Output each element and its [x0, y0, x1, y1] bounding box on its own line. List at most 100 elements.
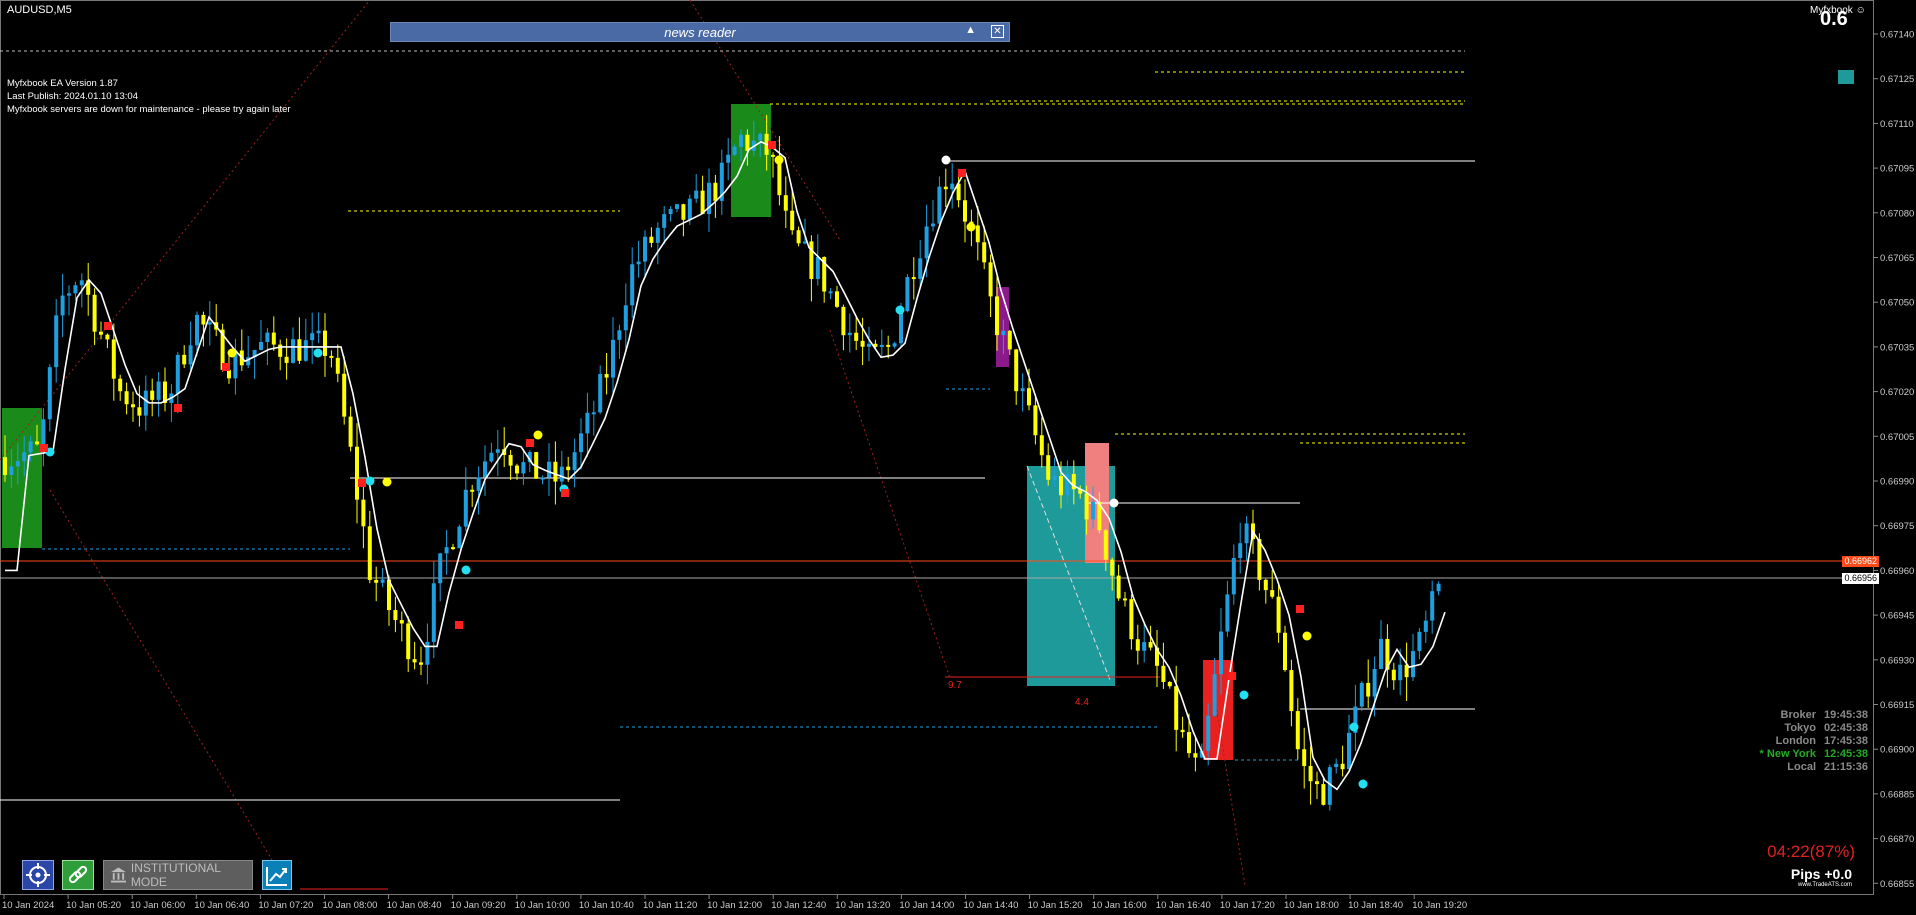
candle-body — [1033, 405, 1038, 436]
candle-body — [598, 374, 603, 413]
candle-body — [713, 182, 718, 201]
candle-body — [1417, 631, 1422, 652]
time-tick-label: 10 Jan 17:20 — [1220, 900, 1275, 911]
price-tick-label: 0.67050 — [1880, 298, 1914, 309]
candle-body — [572, 452, 577, 471]
time-tick-label: 10 Jan 07:20 — [258, 900, 313, 911]
candle-body — [463, 489, 468, 527]
candle-body — [92, 294, 97, 332]
clock-name: London — [1775, 735, 1816, 747]
candle-body — [566, 466, 571, 471]
signal-dot — [227, 348, 237, 358]
candle-body — [937, 186, 942, 224]
time-tick-label: 10 Jan 12:00 — [707, 900, 762, 911]
price-tick-label: 0.66930 — [1880, 655, 1914, 666]
candle-body — [67, 293, 71, 296]
candle-body — [1123, 598, 1127, 601]
candle-body — [1379, 638, 1383, 669]
candle-body — [585, 412, 590, 434]
time-tick-label: 10 Jan 05:20 — [66, 900, 121, 911]
signal-square — [174, 404, 182, 412]
candle-body — [617, 330, 622, 340]
candle-body — [783, 195, 788, 211]
candle-body — [393, 610, 398, 621]
candle-body — [143, 390, 148, 416]
signal-square — [768, 141, 776, 149]
candle-body — [758, 133, 763, 141]
news-reader-bar[interactable]: news reader ▲ ✕ — [390, 22, 1010, 42]
symbol-timeframe-label: AUDUSD,M5 — [7, 4, 72, 16]
crosshair-target-button[interactable] — [22, 860, 54, 890]
candle-body — [342, 373, 347, 417]
candle-body — [790, 210, 795, 231]
chart-tool-button[interactable] — [262, 860, 292, 890]
candle-body — [636, 261, 641, 265]
candle-body — [131, 404, 135, 408]
candle-body — [892, 343, 897, 347]
candle-body — [1148, 642, 1153, 648]
candle-body — [700, 190, 705, 214]
candle-body — [303, 340, 308, 361]
candle-body — [1276, 596, 1281, 633]
candle-body — [1359, 682, 1364, 707]
candle-body — [124, 391, 129, 405]
candle-body — [726, 154, 731, 163]
trend-line — [0, 0, 371, 461]
time-tick-label: 10 Jan 16:40 — [1156, 900, 1211, 911]
time-tick-label: 10 Jan 19:20 — [1412, 900, 1467, 911]
price-tick-label: 0.67095 — [1880, 164, 1914, 175]
clock-name: Tokyo — [1784, 722, 1816, 734]
candle-body — [54, 315, 59, 368]
candle-body — [643, 236, 647, 262]
candle-body — [1161, 665, 1166, 682]
time-tick-label: 10 Jan 06:00 — [130, 900, 185, 911]
candle-body — [367, 526, 372, 580]
link-button[interactable] — [62, 860, 94, 890]
ea-info-panel: Myfxbook EA Version 1.87 Last Publish: 2… — [7, 77, 291, 116]
time-tick-label: 10 Jan 15:20 — [1028, 900, 1083, 911]
candle-body — [1263, 579, 1268, 591]
time-tick-label: 10 Jan 16:00 — [1092, 900, 1147, 911]
candle-body — [227, 369, 231, 379]
candle-body — [259, 342, 263, 350]
signal-dot — [313, 348, 323, 358]
price-marker-high: 0.66962 — [1842, 556, 1879, 567]
candle-body — [515, 465, 519, 474]
candle-body — [1007, 330, 1012, 350]
time-tick-label: 10 Jan 14:00 — [899, 900, 954, 911]
candle-body — [476, 477, 481, 491]
candle-body — [1391, 669, 1396, 681]
candle-body — [316, 330, 321, 334]
signal-dot — [1358, 779, 1368, 789]
candle-body — [105, 334, 110, 340]
candle-body — [329, 355, 334, 358]
clock-row-local: Local 21:15:36 — [1700, 761, 1870, 774]
candle-body — [943, 186, 948, 190]
candle-body — [1135, 639, 1140, 651]
candle-body — [1174, 686, 1179, 730]
close-icon[interactable]: ✕ — [991, 25, 1004, 38]
time-tick-label: 10 Jan 11:20 — [643, 900, 697, 911]
candle-body — [489, 452, 494, 462]
candle-body — [1091, 501, 1095, 520]
institutional-mode-button[interactable]: INSTITUTIONAL MODE — [103, 860, 253, 890]
signal-dot — [1349, 722, 1359, 732]
candle-body — [1212, 674, 1217, 716]
candle-body — [835, 291, 839, 307]
price-tick-label: 0.67065 — [1880, 253, 1914, 264]
candle-body — [1334, 763, 1339, 768]
news-reader-title: news reader — [664, 25, 736, 40]
price-chart[interactable]: 9.7 4.4 0.67140 0.67125 0.67110 0.67095 0.670… — [0, 0, 1916, 915]
signal-square — [526, 439, 534, 447]
candle-body — [1110, 559, 1115, 576]
candle-body — [1436, 583, 1441, 592]
candle-body — [918, 258, 923, 279]
candle-body — [457, 526, 462, 549]
candle-body — [924, 226, 929, 259]
candle-body — [175, 354, 180, 394]
candle-body — [28, 441, 33, 453]
candle-body — [1244, 523, 1249, 544]
candle-body — [867, 343, 871, 347]
collapse-icon[interactable]: ▲ — [965, 24, 976, 36]
candle-body — [406, 623, 411, 660]
